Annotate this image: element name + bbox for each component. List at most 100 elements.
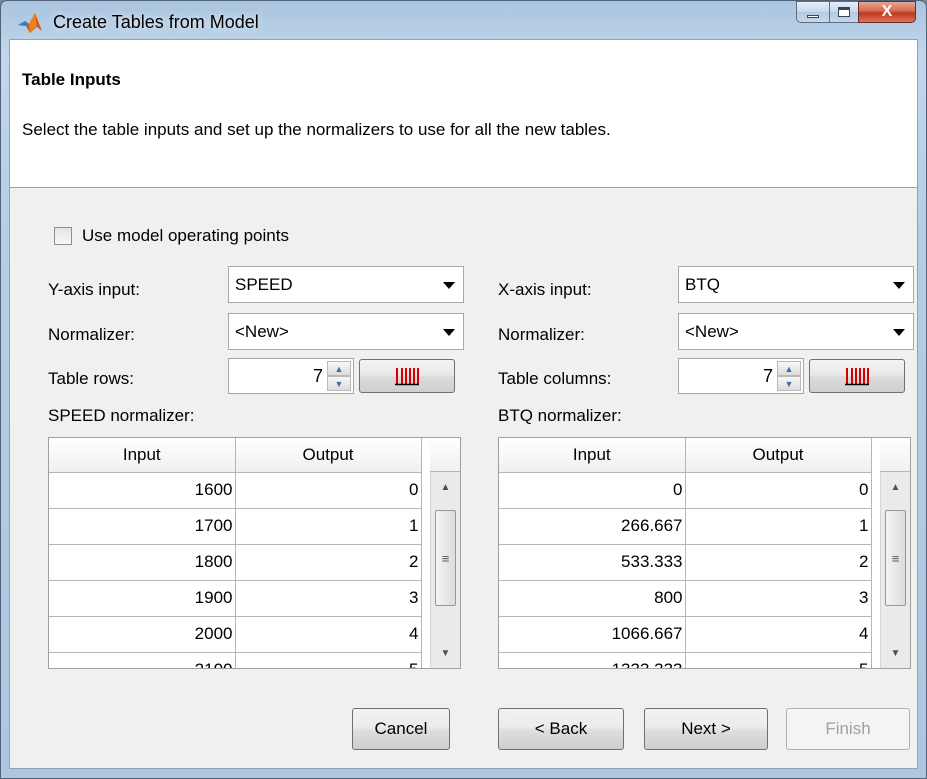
use-operating-points-label: Use model operating points (82, 226, 289, 245)
input-cell[interactable]: 1066.667 (499, 616, 686, 653)
input-cell[interactable]: 0 (499, 472, 686, 509)
y-axis-input-value: SPEED (235, 274, 293, 294)
table-row: 1800 2 (49, 544, 422, 581)
y-axis-input-label: Y-axis input: (48, 280, 140, 299)
scroll-down-icon[interactable]: ▼ (431, 638, 460, 668)
output-cell[interactable]: 3 (235, 580, 422, 617)
finish-button[interactable]: Finish (786, 708, 910, 750)
output-cell[interactable]: 4 (235, 616, 422, 653)
header-corner (430, 438, 460, 472)
column-header-output[interactable]: Output (235, 438, 422, 473)
spread-breakpoints-icon (395, 368, 419, 386)
grip-icon: ≡ (441, 550, 450, 566)
back-button[interactable]: < Back (498, 708, 624, 750)
spread-breakpoints-icon (845, 368, 869, 386)
output-cell[interactable]: 5 (235, 652, 422, 668)
finish-button-label: Finish (825, 719, 871, 738)
use-operating-points-option[interactable]: Use model operating points (54, 226, 289, 246)
output-cell[interactable]: 0 (685, 472, 872, 509)
spin-down-icon[interactable]: ▼ (777, 376, 801, 391)
next-button-label: Next > (681, 719, 731, 738)
spin-up-icon[interactable]: ▲ (327, 361, 351, 376)
output-cell[interactable]: 1 (235, 508, 422, 545)
column-header-input[interactable]: Input (499, 438, 686, 473)
vertical-scrollbar[interactable]: ▲ ≡ ▼ (430, 472, 460, 668)
table-row: 1700 1 (49, 508, 422, 545)
cancel-button-label: Cancel (374, 719, 428, 738)
output-cell[interactable]: 2 (685, 544, 872, 581)
table-rows-label: Table rows: (48, 369, 134, 388)
input-cell[interactable]: 1900 (49, 580, 236, 617)
dialog-body: Table Inputs Select the table inputs and… (9, 39, 918, 769)
btq-normalizer-label: BTQ normalizer: (498, 406, 622, 425)
speed-normalizer-table[interactable]: Input Output 1600 0 1700 1 1800 2 1900 3… (48, 437, 461, 669)
output-cell[interactable]: 4 (685, 616, 872, 653)
output-cell[interactable]: 5 (685, 652, 872, 668)
matlab-logo-icon (18, 13, 42, 33)
speed-normalizer-label: SPEED normalizer: (48, 406, 195, 425)
minimize-button[interactable] (796, 1, 830, 23)
page-description: Select the table inputs and set up the n… (22, 120, 611, 139)
speed-normalizer-grid: Input Output 1600 0 1700 1 1800 2 1900 3… (49, 438, 422, 668)
table-row: 1900 3 (49, 580, 422, 617)
input-cell[interactable]: 800 (499, 580, 686, 617)
btq-normalizer-table[interactable]: Input Output 0 0 266.667 1 533.333 2 800… (498, 437, 911, 669)
close-icon: X (881, 3, 893, 20)
output-cell[interactable]: 1 (685, 508, 872, 545)
dialog-window: Create Tables from Model X Table Inputs … (0, 0, 927, 779)
vertical-scrollbar[interactable]: ▲ ≡ ▼ (880, 472, 910, 668)
scroll-thumb[interactable]: ≡ (885, 510, 906, 606)
table-row: 533.333 2 (499, 544, 872, 581)
chevron-down-icon (443, 329, 455, 336)
x-axis-input-select[interactable]: BTQ (678, 266, 914, 303)
maximize-icon (838, 7, 850, 17)
output-cell[interactable]: 0 (235, 472, 422, 509)
scroll-down-icon[interactable]: ▼ (881, 638, 910, 668)
next-button[interactable]: Next > (644, 708, 768, 750)
x-axis-input-label: X-axis input: (498, 280, 592, 299)
input-cell[interactable]: 1800 (49, 544, 236, 581)
spread-rows-button[interactable] (359, 359, 455, 393)
x-normalizer-select[interactable]: <New> (678, 313, 914, 350)
y-normalizer-select[interactable]: <New> (228, 313, 464, 350)
scroll-thumb[interactable]: ≡ (435, 510, 456, 606)
input-cell[interactable]: 1700 (49, 508, 236, 545)
table-row: 800 3 (499, 580, 872, 617)
minimize-icon (807, 14, 819, 18)
use-operating-points-checkbox[interactable] (54, 227, 72, 245)
title-bar[interactable]: Create Tables from Model X (1, 1, 926, 39)
page-header: Table Inputs Select the table inputs and… (10, 40, 917, 188)
output-cell[interactable]: 3 (685, 580, 872, 617)
input-cell[interactable]: 1333.333 (499, 652, 686, 668)
close-button[interactable]: X (858, 1, 916, 23)
input-cell[interactable]: 2100 (49, 652, 236, 668)
input-cell[interactable]: 533.333 (499, 544, 686, 581)
column-header-input[interactable]: Input (49, 438, 236, 473)
scroll-up-icon[interactable]: ▲ (431, 472, 460, 502)
btq-normalizer-grid: Input Output 0 0 266.667 1 533.333 2 800… (499, 438, 872, 668)
table-row: 1066.667 4 (499, 616, 872, 653)
table-row: 2000 4 (49, 616, 422, 653)
y-normalizer-value: <New> (235, 321, 289, 341)
spin-down-icon[interactable]: ▼ (327, 376, 351, 391)
table-row: 0 0 (499, 472, 872, 509)
y-normalizer-label: Normalizer: (48, 325, 135, 344)
spin-up-icon[interactable]: ▲ (777, 361, 801, 376)
x-normalizer-label: Normalizer: (498, 325, 585, 344)
scroll-up-icon[interactable]: ▲ (881, 472, 910, 502)
table-columns-spinner[interactable]: 7 ▲ ▼ (678, 358, 804, 394)
table-rows-value: 7 (312, 366, 323, 386)
input-cell[interactable]: 2000 (49, 616, 236, 653)
y-axis-input-select[interactable]: SPEED (228, 266, 464, 303)
column-header-output[interactable]: Output (685, 438, 872, 473)
input-cell[interactable]: 1600 (49, 472, 236, 509)
input-cell[interactable]: 266.667 (499, 508, 686, 545)
table-row: 2100 5 (49, 652, 422, 668)
maximize-button[interactable] (829, 1, 859, 23)
table-rows-spinner[interactable]: 7 ▲ ▼ (228, 358, 354, 394)
chevron-down-icon (893, 329, 905, 336)
table-row: 266.667 1 (499, 508, 872, 545)
spread-columns-button[interactable] (809, 359, 905, 393)
cancel-button[interactable]: Cancel (352, 708, 450, 750)
output-cell[interactable]: 2 (235, 544, 422, 581)
